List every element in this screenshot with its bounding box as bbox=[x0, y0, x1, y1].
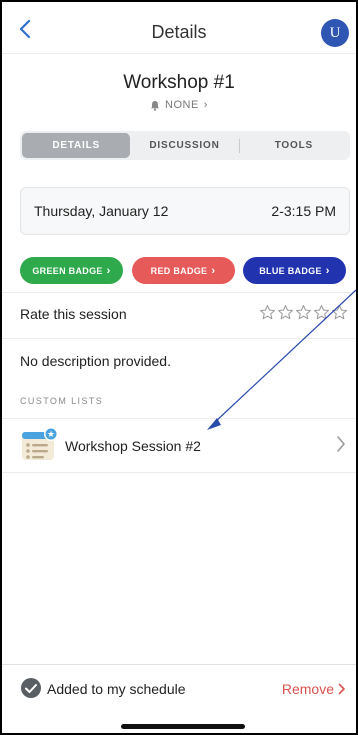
chevron-right-icon: › bbox=[211, 264, 216, 277]
list-item-label: Workshop Session #2 bbox=[65, 438, 201, 454]
bell-icon bbox=[150, 100, 160, 111]
green-badge-button[interactable]: GREEN BADGE › bbox=[20, 257, 123, 284]
custom-list-icon bbox=[20, 426, 60, 462]
blue-badge-button[interactable]: BLUE BADGE › bbox=[243, 257, 346, 284]
schedule-status: Added to my schedule bbox=[47, 681, 186, 697]
star-icon[interactable] bbox=[277, 304, 294, 321]
chevron-right-icon: › bbox=[106, 264, 111, 277]
list-item[interactable]: Workshop Session #2 bbox=[2, 418, 356, 472]
badge-label: RED BADGE bbox=[150, 265, 208, 276]
divider bbox=[2, 472, 356, 473]
tab-tools[interactable]: TOOLS bbox=[240, 133, 348, 158]
check-circle-icon bbox=[20, 677, 42, 704]
red-badge-button[interactable]: RED BADGE › bbox=[131, 257, 235, 284]
page-title: Details bbox=[151, 22, 207, 42]
session-title: Workshop #1 bbox=[123, 72, 235, 93]
star-rating[interactable] bbox=[259, 304, 348, 321]
star-icon[interactable] bbox=[259, 304, 276, 321]
session-date: Thursday, January 12 bbox=[34, 203, 169, 219]
custom-lists-header: CUSTOM LISTS bbox=[20, 396, 104, 406]
chevron-right-icon bbox=[338, 683, 345, 695]
segmented-tabs: DETAILS DISCUSSION TOOLS bbox=[20, 131, 350, 160]
star-icon[interactable] bbox=[295, 304, 312, 321]
session-time: 2-3:15 PM bbox=[271, 203, 336, 219]
star-icon[interactable] bbox=[313, 304, 330, 321]
remove-button[interactable]: Remove bbox=[282, 681, 346, 697]
star-icon[interactable] bbox=[331, 304, 348, 321]
avatar[interactable]: U bbox=[321, 19, 349, 47]
alert-label: NONE bbox=[165, 99, 199, 111]
schedule-footer: Added to my schedule Remove bbox=[2, 664, 356, 710]
tab-discussion[interactable]: DISCUSSION bbox=[130, 133, 238, 158]
tab-details[interactable]: DETAILS bbox=[22, 133, 131, 158]
remove-label: Remove bbox=[281, 681, 334, 697]
nav-header: Details U bbox=[2, 2, 356, 54]
alert-chevron-icon: › bbox=[203, 99, 208, 111]
badge-label: BLUE BADGE bbox=[259, 265, 322, 276]
home-indicator[interactable] bbox=[121, 724, 245, 729]
badge-label: GREEN BADGE bbox=[32, 265, 103, 276]
badge-row: GREEN BADGE › RED BADGE › BLUE BADGE › bbox=[20, 257, 346, 284]
session-description: No description provided. bbox=[20, 353, 171, 369]
divider bbox=[2, 292, 356, 293]
chevron-right-icon: › bbox=[325, 264, 330, 277]
details-screen: Details U Workshop #1 NONE › DETAILS DIS… bbox=[2, 2, 356, 733]
divider bbox=[2, 338, 356, 339]
chevron-right-icon bbox=[336, 435, 346, 458]
rate-session-label: Rate this session bbox=[20, 306, 127, 322]
alert-setting[interactable]: NONE › bbox=[2, 99, 356, 111]
schedule-card: Thursday, January 12 2-3:15 PM bbox=[20, 187, 350, 235]
